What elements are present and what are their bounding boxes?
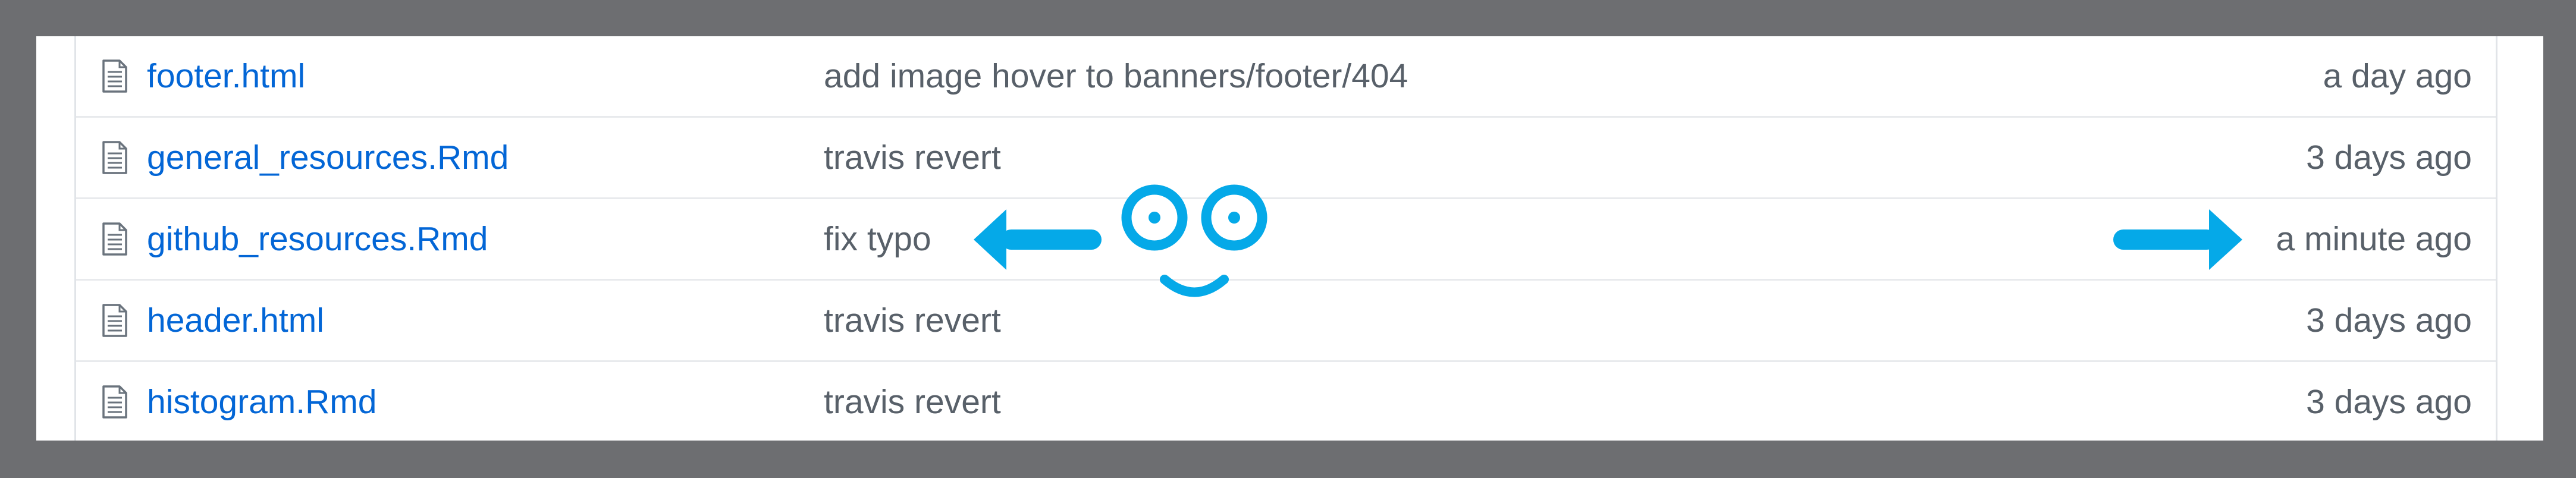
file-text-icon (102, 303, 128, 338)
file-text-icon (102, 140, 128, 175)
commit-message-link[interactable]: travis revert (824, 381, 1001, 423)
file-name-link[interactable]: github_resources.Rmd (147, 218, 488, 260)
file-list: footer.html add image hover to banners/f… (74, 36, 2497, 441)
commit-message-link[interactable]: fix typo (824, 218, 931, 260)
commit-age: a day ago (2323, 57, 2472, 95)
file-row-general-resources[interactable]: general_resources.Rmd travis revert 3 da… (76, 118, 2496, 199)
file-row-github-resources[interactable]: github_resources.Rmd fix typo a minute a… (76, 199, 2496, 281)
file-name-link[interactable]: histogram.Rmd (147, 381, 376, 423)
commit-message-link[interactable]: travis revert (824, 137, 1001, 178)
file-name-link[interactable]: general_resources.Rmd (147, 137, 509, 178)
file-text-icon (102, 222, 128, 256)
file-row-footer[interactable]: footer.html add image hover to banners/f… (76, 36, 2496, 118)
commit-age: 3 days ago (2306, 301, 2472, 339)
commit-age: a minute ago (2276, 220, 2472, 258)
file-browser-panel: footer.html add image hover to banners/f… (36, 36, 2543, 441)
file-name-link[interactable]: header.html (147, 300, 324, 341)
file-text-icon (102, 385, 128, 419)
file-row-histogram[interactable]: histogram.Rmd travis revert 3 days ago (76, 362, 2496, 441)
commit-age: 3 days ago (2306, 139, 2472, 177)
commit-message-link[interactable]: travis revert (824, 300, 1001, 341)
file-text-icon (102, 59, 128, 93)
commit-message-link[interactable]: add image hover to banners/footer/404 (824, 55, 1408, 97)
commit-age: 3 days ago (2306, 383, 2472, 421)
file-name-link[interactable]: footer.html (147, 55, 305, 97)
file-row-header[interactable]: header.html travis revert 3 days ago (76, 281, 2496, 362)
